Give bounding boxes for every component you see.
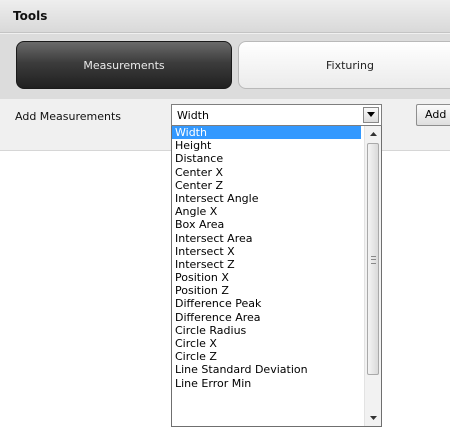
dropdown-option[interactable]: Difference Peak	[172, 297, 361, 310]
dropdown-option[interactable]: Line Error Min	[172, 377, 361, 390]
dropdown-option[interactable]: Circle Z	[172, 350, 361, 363]
add-measurement-button[interactable]: Add	[416, 104, 450, 126]
dropdown-option[interactable]: Width	[172, 126, 361, 140]
scroll-down-arrow-icon	[370, 416, 377, 420]
dropdown-option[interactable]: Position X	[172, 271, 361, 284]
scroll-down-button[interactable]	[366, 411, 381, 426]
dropdown-option[interactable]: Angle X	[172, 205, 361, 218]
dropdown-option[interactable]: Center Z	[172, 179, 361, 192]
dropdown-option[interactable]: Intersect Area	[172, 232, 361, 245]
chevron-down-icon	[367, 112, 375, 117]
dropdown-option[interactable]: Center X	[172, 166, 361, 179]
tab-bar: Measurements Fixturing	[0, 34, 450, 99]
scrollbar-grip-icon	[371, 256, 376, 264]
dropdown-option[interactable]: Box Area	[172, 218, 361, 231]
scrollbar-thumb[interactable]	[367, 143, 379, 375]
scroll-up-button[interactable]	[366, 127, 381, 142]
dropdown-items: Width Height Distance Center X Center Z Inter…	[172, 126, 361, 390]
tab-fixturing[interactable]: Fixturing	[238, 41, 450, 89]
add-measurements-label: Add Measurements	[15, 110, 122, 123]
dropdown-option[interactable]: Height	[172, 139, 361, 152]
dropdown-option[interactable]: Intersect X	[172, 245, 361, 258]
dropdown-scrollbar[interactable]	[364, 126, 381, 426]
tools-header: Tools	[0, 0, 450, 33]
measurement-type-value: Width	[177, 109, 209, 122]
dropdown-toggle-button[interactable]	[363, 107, 379, 123]
dropdown-option[interactable]: Intersect Angle	[172, 192, 361, 205]
dropdown-option[interactable]: Circle Radius	[172, 324, 361, 337]
dropdown-option[interactable]: Circle X	[172, 337, 361, 350]
dropdown-option[interactable]: Distance	[172, 152, 361, 165]
dropdown-option[interactable]: Intersect Z	[172, 258, 361, 271]
dropdown-option[interactable]: Difference Area	[172, 311, 361, 324]
measurement-dropdown-list[interactable]: Width Height Distance Center X Center Z Inter…	[171, 126, 382, 427]
dropdown-option[interactable]: Line Standard Deviation	[172, 363, 361, 376]
measurement-type-select[interactable]: Width	[171, 104, 382, 126]
tab-measurements[interactable]: Measurements	[16, 41, 232, 89]
scroll-up-arrow-icon	[370, 132, 377, 136]
tools-title: Tools	[13, 9, 48, 23]
dropdown-option[interactable]: Position Z	[172, 284, 361, 297]
